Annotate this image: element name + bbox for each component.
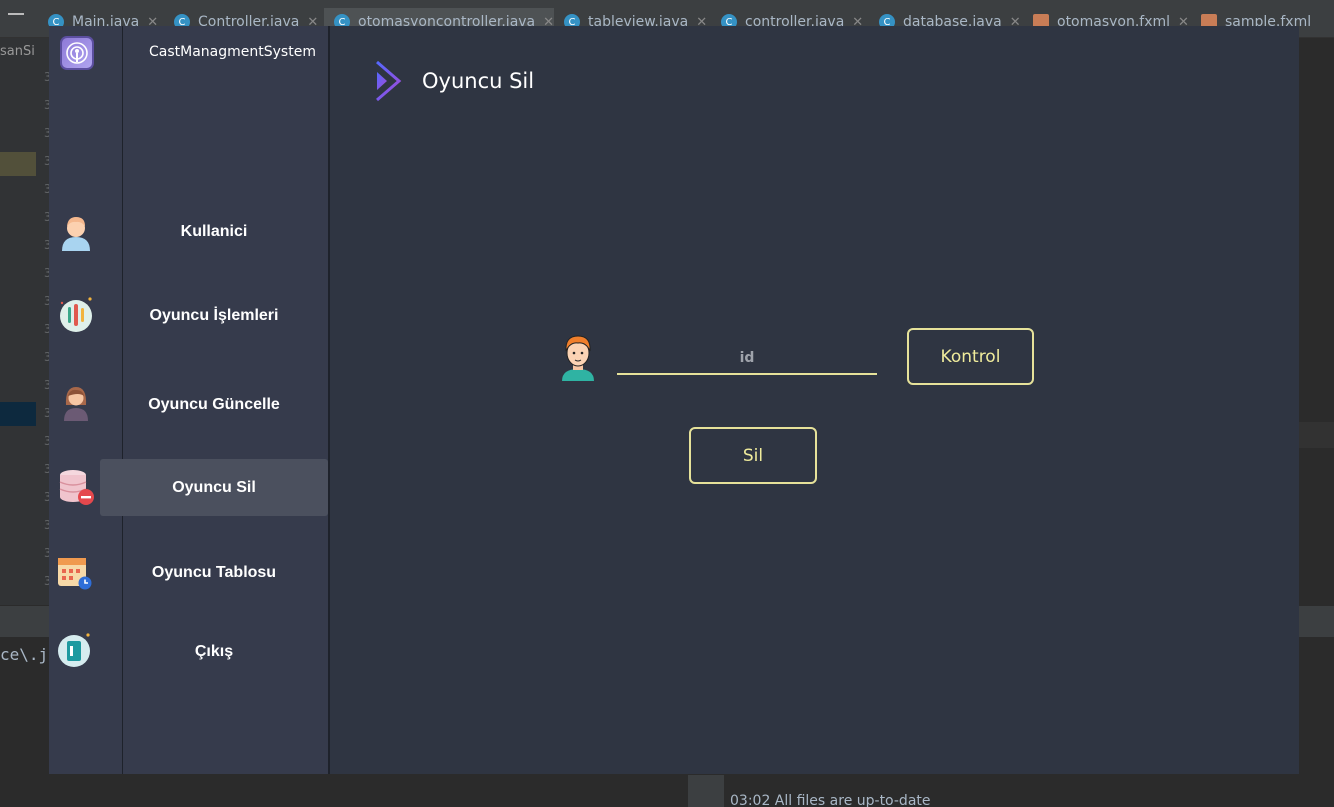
player-avatar-icon [558, 331, 598, 385]
main-content: Oyuncu Sil Kontrol Sil [331, 26, 1299, 774]
exit-door-icon [55, 630, 95, 670]
nav-item-kullanici[interactable]: Kullanici [100, 203, 328, 260]
chevron-right-icon [373, 60, 403, 106]
minimize-icon[interactable] [8, 13, 24, 15]
cast-management-window: CastManagmentSystem Kullanici Oyuncu İşl… [49, 26, 1299, 774]
kontrol-button[interactable]: Kontrol [907, 328, 1034, 385]
project-label: sanSi [0, 44, 35, 59]
editor-line-highlight [1299, 422, 1334, 448]
film-reel-icon [56, 295, 96, 335]
ide-project-panel: sanSi [0, 38, 36, 605]
id-input[interactable] [617, 342, 877, 375]
page-title: Oyuncu Sil [422, 69, 535, 93]
sil-button[interactable]: Sil [689, 427, 817, 484]
console-output: ce\.j [0, 645, 49, 664]
selected-file-highlight [0, 402, 36, 426]
calendar-table-icon [54, 552, 94, 592]
database-remove-icon [56, 467, 96, 507]
nav-item-oyuncu-sil[interactable]: Oyuncu Sil [100, 459, 328, 516]
nav-item-oyuncu-islemleri[interactable]: Oyuncu İşlemleri [100, 287, 328, 344]
actress-avatar-icon [56, 381, 96, 421]
ide-bottom-panel [688, 775, 724, 807]
selected-line-highlight [0, 152, 36, 176]
app-logo-icon [60, 36, 94, 70]
user-avatar-icon [56, 211, 96, 251]
nav-item-cikis[interactable]: Çıkış [100, 623, 328, 680]
ide-status-message: 03:02 All files are up-to-date [730, 793, 931, 807]
nav-item-oyuncu-guncelle[interactable]: Oyuncu Güncelle [100, 376, 328, 433]
nav-item-oyuncu-tablosu[interactable]: Oyuncu Tablosu [100, 544, 328, 601]
app-title: CastManagmentSystem [149, 44, 316, 60]
